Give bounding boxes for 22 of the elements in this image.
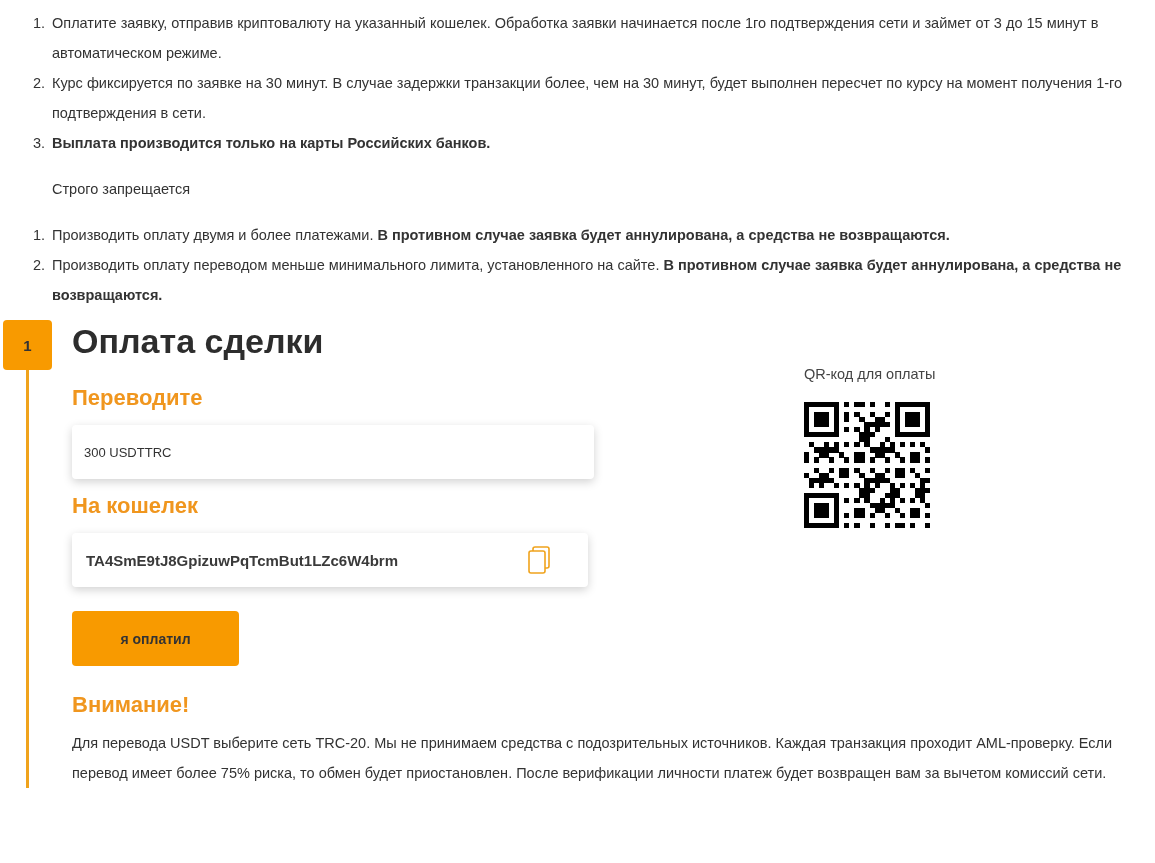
qr-caption: QR-код для оплаты <box>804 366 936 382</box>
list-item-text: Курс фиксируется по заявке на 30 минут. В случае задержки транзакции более, чем на 30 минут, будет выполнен пересчет по курсу на момент получения 1-го подтверждения в сети. <box>52 74 1124 123</box>
list-item-text: Оплатите заявку, отправив криптовалюту на указанный кошелек. Обработка заявки начинается после 1го подтверждения сети и займет от 3 до 15 минут в автоматическом режиме. <box>52 14 1100 63</box>
warning-text: Для перевода USDT выберите сеть TRC-20. Мы не принимаем средства с подозрительных источников. Каждая транзакция проходит AML-проверку. Если перевод имеет более 75% риска, то обмен будет приостановлен. После верификации личности платеж будет возвращен вам за вычетом комиссий сети. <box>72 734 1114 783</box>
list-item-text: Выплата производится только на карты Российских банков. <box>52 134 491 153</box>
list-item-text: Производить оплату переводом меньше минимального лимита, установленного на сайте. В противном случае заявка будет аннулирована, а средства не возвращаются. <box>52 256 1123 305</box>
step-badge: 1 <box>3 320 52 370</box>
list-number: 2. <box>33 256 47 275</box>
wallet-address: TA4SmE9tJ8GpizuwPqTcmBut1LZc6W4brm <box>86 551 398 569</box>
list-number: 3. <box>33 134 47 153</box>
section-caption: Строго запрещается <box>52 180 192 199</box>
paid-button[interactable]: я оплатил <box>72 611 239 666</box>
step-title: Оплата сделки <box>72 322 325 361</box>
transfer-heading: Переводите <box>72 385 204 411</box>
list-number: 2. <box>33 74 47 93</box>
list-number: 1. <box>33 14 47 33</box>
list-item-text: Производить оплату двумя и более платежами. В противном случае заявка будет аннулирована, а средства не возвращаются. <box>52 226 950 245</box>
amount-field[interactable]: 300 USDTTRC <box>72 425 594 479</box>
list-number: 1. <box>33 226 47 245</box>
copy-icon[interactable] <box>528 546 550 574</box>
wallet-heading: На кошелек <box>72 493 199 519</box>
warning-heading: Внимание! <box>72 692 191 718</box>
